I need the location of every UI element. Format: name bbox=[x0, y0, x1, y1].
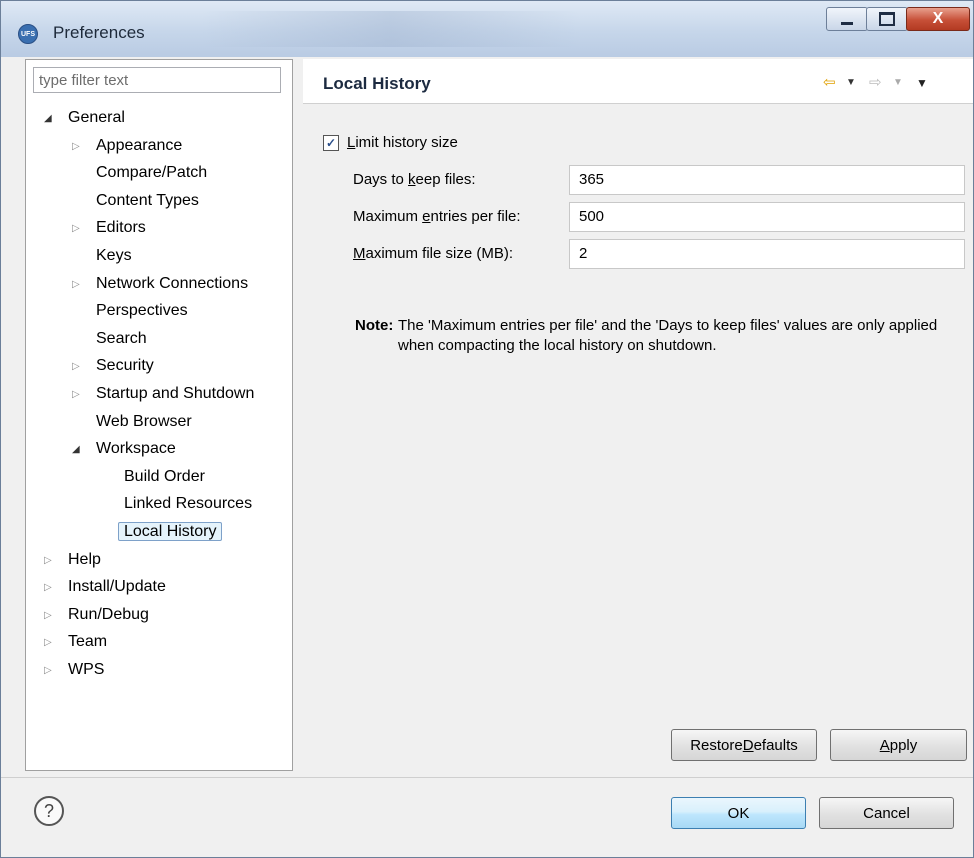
tree-item-local-history[interactable]: Local History bbox=[118, 520, 223, 544]
tree-item-team[interactable]: Team bbox=[68, 630, 107, 654]
expand-arrow-icon[interactable]: ▷ bbox=[72, 362, 82, 372]
tree-item-compare-patch[interactable]: Compare/Patch bbox=[96, 161, 207, 185]
cancel-button[interactable]: Cancel bbox=[819, 797, 954, 829]
expand-arrow-icon[interactable]: ▷ bbox=[72, 142, 82, 152]
preference-page: Local History ⇦ ▼ ⇨ ▼ ▼ ✓ Limit history … bbox=[303, 59, 973, 771]
tree-item-workspace[interactable]: Workspace bbox=[96, 437, 176, 461]
collapse-arrow-icon[interactable]: ◢ bbox=[72, 445, 82, 455]
note-label: Note: bbox=[355, 317, 394, 334]
tree-item-appearance[interactable]: Appearance bbox=[96, 134, 182, 158]
tree-item-help[interactable]: Help bbox=[68, 548, 101, 572]
tree-item-label: Perspectives bbox=[96, 302, 188, 319]
page-title: Local History bbox=[323, 74, 431, 93]
expand-arrow-icon[interactable]: ▷ bbox=[44, 556, 54, 566]
tree-item-label: Local History bbox=[118, 522, 223, 541]
minimize-icon bbox=[841, 21, 853, 25]
tree-item-label: Run/Debug bbox=[68, 606, 149, 623]
apply-button[interactable]: Apply bbox=[830, 729, 967, 761]
tree-item-build-order[interactable]: Build Order bbox=[124, 465, 205, 489]
tree-item-web-browser[interactable]: Web Browser bbox=[96, 410, 192, 434]
tree-item-editors[interactable]: Editors bbox=[96, 216, 146, 240]
filter-input[interactable]: type filter text bbox=[33, 67, 281, 93]
expand-arrow-icon[interactable]: ▷ bbox=[72, 280, 82, 290]
footer-separator bbox=[1, 777, 973, 778]
tree-item-label: Workspace bbox=[96, 440, 176, 457]
tree-item-search[interactable]: Search bbox=[96, 327, 147, 351]
tree-item-label: Startup and Shutdown bbox=[96, 385, 255, 402]
days-to-keep-input[interactable]: 365 bbox=[569, 165, 965, 195]
tree-item-content-types[interactable]: Content Types bbox=[96, 189, 199, 213]
tree-item-label: Content Types bbox=[96, 192, 199, 209]
tree-item-security[interactable]: Security bbox=[96, 354, 154, 378]
max-entries-input[interactable]: 500 bbox=[569, 202, 965, 232]
tree-item-label: Appearance bbox=[96, 137, 183, 154]
tree-item-label: Network Connections bbox=[96, 275, 249, 292]
forward-arrow-icon[interactable]: ⇨ bbox=[869, 73, 882, 91]
window-title: Preferences bbox=[53, 23, 145, 42]
tree-item-label: Search bbox=[96, 330, 147, 347]
expand-arrow-icon[interactable]: ▷ bbox=[72, 224, 82, 234]
maximize-icon bbox=[879, 12, 895, 26]
max-file-size-input[interactable]: 2 bbox=[569, 239, 965, 269]
tree-item-label: WPS bbox=[68, 661, 105, 678]
expand-arrow-icon[interactable]: ▷ bbox=[44, 583, 54, 593]
ok-button[interactable]: OK bbox=[671, 797, 806, 829]
back-dropdown-icon[interactable]: ▼ bbox=[846, 77, 856, 88]
collapse-arrow-icon[interactable]: ◢ bbox=[44, 114, 54, 124]
tree-item-label: Linked Resources bbox=[124, 495, 253, 512]
preference-tree-panel: type filter text ◢ General ▷ Appearance Comp… bbox=[25, 59, 293, 771]
expand-arrow-icon[interactable]: ▷ bbox=[72, 390, 82, 400]
limit-history-checkbox[interactable]: ✓ bbox=[323, 135, 339, 151]
max-file-size-label: Maximum file size (MB): bbox=[353, 245, 514, 262]
tree-item-run-debug[interactable]: Run/Debug bbox=[68, 603, 149, 627]
tree-item-general[interactable]: General bbox=[68, 106, 125, 130]
back-arrow-icon[interactable]: ⇦ bbox=[823, 73, 836, 91]
tree-item-linked-resources[interactable]: Linked Resources bbox=[124, 492, 252, 516]
limit-history-label[interactable]: Limit history size bbox=[347, 133, 458, 153]
maximize-button[interactable] bbox=[866, 7, 908, 31]
background-blur bbox=[201, 11, 581, 47]
expand-arrow-icon[interactable]: ▷ bbox=[44, 638, 54, 648]
tree-item-label: Editors bbox=[96, 219, 146, 236]
tree-item-label: Team bbox=[68, 633, 108, 650]
tree-item-keys[interactable]: Keys bbox=[96, 244, 132, 268]
tree-item-label: Web Browser bbox=[96, 413, 192, 430]
tree-item-label: Keys bbox=[96, 247, 132, 264]
max-entries-label: Maximum entries per file: bbox=[353, 208, 521, 225]
tree-item-startup-and-shutdown[interactable]: Startup and Shutdown bbox=[96, 382, 254, 406]
close-icon: X bbox=[932, 10, 944, 27]
tree-item-label: Security bbox=[96, 357, 154, 374]
note-body: The 'Maximum entries per file' and the '… bbox=[398, 317, 938, 354]
expand-arrow-icon[interactable]: ▷ bbox=[44, 611, 54, 621]
tree-item-network-connections[interactable]: Network Connections bbox=[96, 272, 248, 296]
days-to-keep-label: Days to keep files: bbox=[353, 171, 476, 188]
tree-item-label: Help bbox=[68, 551, 101, 568]
restore-defaults-button[interactable]: Restore Defaults bbox=[671, 729, 817, 761]
tree-item-install-update[interactable]: Install/Update bbox=[68, 575, 166, 599]
tree-item-label: Install/Update bbox=[68, 578, 166, 595]
app-icon: UFS bbox=[18, 24, 38, 44]
preferences-window: UFS Preferences X type filter text ◢ Gene… bbox=[0, 0, 974, 858]
page-header: Local History ⇦ ▼ ⇨ ▼ ▼ bbox=[303, 59, 973, 104]
expand-arrow-icon[interactable]: ▷ bbox=[44, 666, 54, 676]
view-menu-icon[interactable]: ▼ bbox=[916, 76, 928, 90]
tree-item-label: General bbox=[68, 109, 125, 126]
forward-dropdown-icon[interactable]: ▼ bbox=[893, 77, 903, 88]
close-button[interactable]: X bbox=[906, 7, 970, 31]
tree-item-perspectives[interactable]: Perspectives bbox=[96, 299, 188, 323]
help-icon[interactable]: ? bbox=[34, 796, 64, 826]
tree-item-label: Build Order bbox=[124, 468, 205, 485]
minimize-button[interactable] bbox=[826, 7, 868, 31]
note-text: Note: The 'Maximum entries per file' and… bbox=[355, 316, 965, 354]
title-bar[interactable]: UFS Preferences X bbox=[1, 1, 973, 57]
tree-item-label: Compare/Patch bbox=[96, 164, 208, 181]
tree-item-wps[interactable]: WPS bbox=[68, 658, 104, 682]
